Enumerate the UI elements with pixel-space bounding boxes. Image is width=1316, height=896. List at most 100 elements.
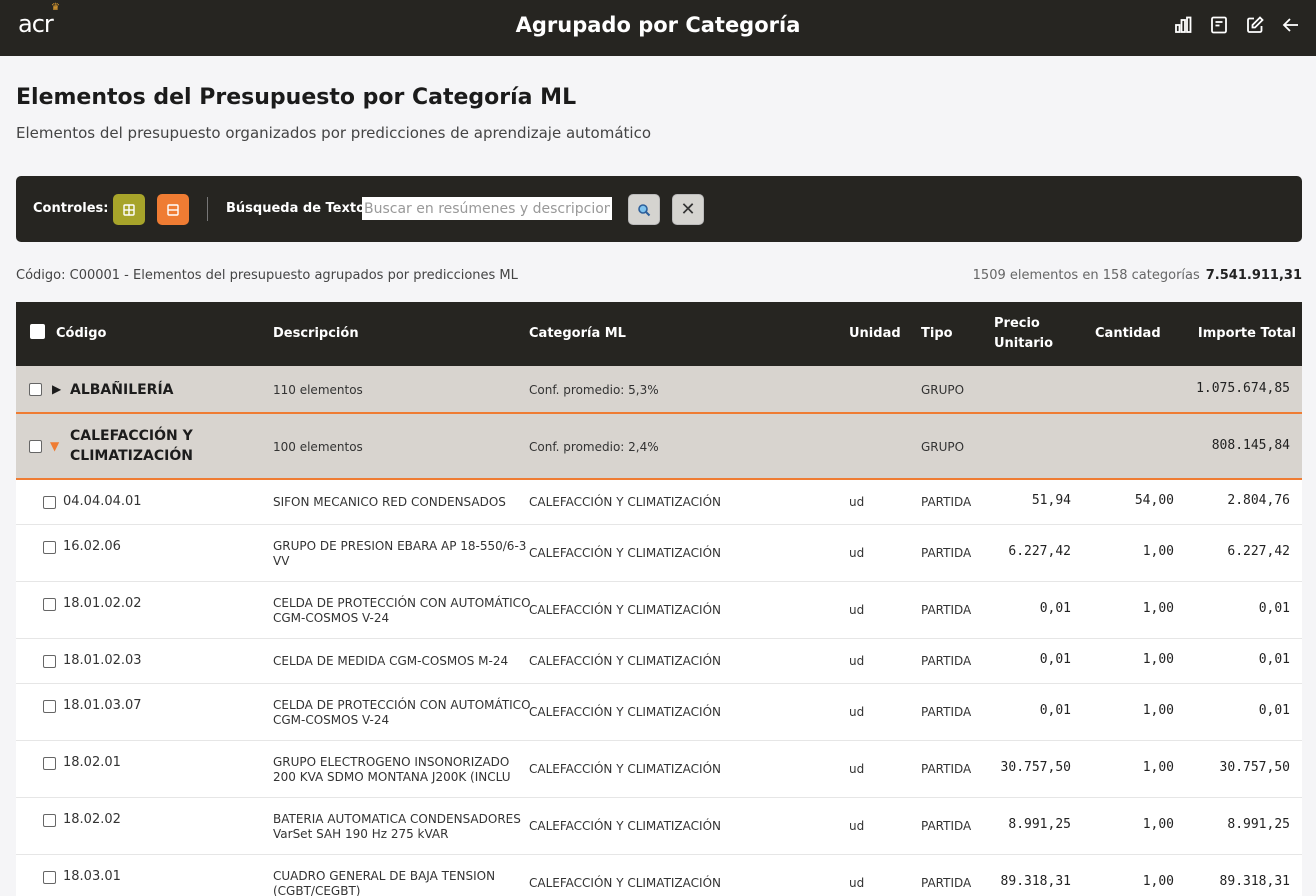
row-cantidad: 1,00	[1142, 652, 1174, 667]
row-unidad: ud	[849, 603, 865, 617]
collapse-caret-icon[interactable]: ▼	[50, 439, 59, 453]
row-desc-line1: SIFON MECANICO RED CONDENSADOS	[273, 495, 506, 509]
group-type: GRUPO	[921, 440, 965, 454]
col-unidad[interactable]: Unidad	[849, 324, 901, 344]
back-arrow-icon[interactable]	[1280, 14, 1302, 36]
row-desc-line2: (CGBT/CEGBT)	[273, 884, 361, 896]
row-unidad: ud	[849, 546, 865, 560]
row-unidad: ud	[849, 762, 865, 776]
group-name: CALEFACCIÓN Y CLIMATIZACIÓN	[70, 426, 193, 466]
top-bar: acr ♛ Agrupado por Categoría	[0, 0, 1316, 56]
row-codigo: 16.02.06	[63, 539, 121, 554]
row-precio: 30.757,50	[1000, 760, 1071, 775]
row-cantidad: 1,00	[1142, 874, 1174, 889]
col-categoria[interactable]: Categoría ML	[529, 324, 626, 344]
col-importe[interactable]: Importe Total	[1198, 324, 1296, 344]
row-precio: 8.991,25	[1008, 817, 1071, 832]
row-categoria: CALEFACCIÓN Y CLIMATIZACIÓN	[529, 762, 721, 776]
row-checkbox[interactable]	[43, 655, 56, 668]
col-precio-line1: Precio	[994, 316, 1040, 331]
col-precio[interactable]: Precio Unitario	[994, 314, 1053, 354]
row-codigo: 18.01.02.03	[63, 653, 142, 668]
row-desc-line2: VV	[273, 554, 290, 568]
row-desc-line2: CGM-COSMOS V-24	[273, 713, 390, 727]
row-precio: 0,01	[1039, 652, 1071, 667]
controls-divider	[207, 197, 208, 221]
table-row[interactable]: 18.01.03.07 CELDA DE PROTECCIÓN CON AUTO…	[16, 684, 1302, 741]
row-unidad: ud	[849, 819, 865, 833]
row-desc-line1: GRUPO DE PRESION EBARA AP 18-550/6-3	[273, 539, 527, 553]
group-row-calefaccion[interactable]: ▼ CALEFACCIÓN Y CLIMATIZACIÓN 100 element…	[16, 414, 1302, 480]
collapse-all-button[interactable]	[157, 194, 189, 225]
row-descripcion: GRUPO ELECTROGENO INSONORIZADO 200 KVA SD…	[273, 755, 510, 785]
row-desc-line2: VarSet SAH 190 Hz 275 kVAR	[273, 827, 449, 841]
row-checkbox[interactable]	[43, 871, 56, 884]
group-name-line2: CLIMATIZACIÓN	[70, 448, 193, 464]
table-row[interactable]: 16.02.06 GRUPO DE PRESION EBARA AP 18-55…	[16, 525, 1302, 582]
table-row[interactable]: 04.04.04.01 SIFON MECANICO RED CONDENSAD…	[16, 480, 1302, 525]
col-cantidad[interactable]: Cantidad	[1095, 324, 1161, 344]
row-tipo: PARTIDA	[921, 876, 972, 890]
row-unidad: ud	[849, 495, 865, 509]
select-all-checkbox[interactable]	[30, 324, 45, 339]
row-precio: 51,94	[1031, 493, 1071, 508]
row-cantidad: 1,00	[1142, 601, 1174, 616]
row-checkbox[interactable]	[43, 541, 56, 554]
group-type: GRUPO	[921, 383, 965, 397]
group-total: 1.075.674,85	[1196, 381, 1290, 396]
row-checkbox[interactable]	[43, 757, 56, 770]
group-checkbox[interactable]	[29, 383, 42, 396]
controls-bar: Controles: Búsqueda de Texto: ✕	[16, 176, 1302, 242]
expand-all-button[interactable]	[113, 194, 145, 225]
search-input[interactable]	[362, 197, 612, 220]
row-tipo: PARTIDA	[921, 603, 972, 617]
group-confidence: Conf. promedio: 2,4%	[529, 440, 659, 454]
search-button[interactable]	[628, 194, 660, 225]
row-descripcion: CELDA DE PROTECCIÓN CON AUTOMÁTICO CGM-CO…	[273, 596, 531, 626]
expand-caret-icon[interactable]: ▶	[52, 382, 61, 396]
col-codigo[interactable]: Código	[56, 324, 106, 344]
table-row[interactable]: 18.02.02 BATERIA AUTOMATICA CONDENSADORE…	[16, 798, 1302, 855]
group-row-albanileria[interactable]: ▶ ALBAÑILERÍA 110 elementos Conf. promed…	[16, 366, 1302, 414]
clear-search-button[interactable]: ✕	[672, 194, 704, 225]
crown-icon: ♛	[51, 2, 60, 13]
row-checkbox[interactable]	[43, 814, 56, 827]
row-categoria: CALEFACCIÓN Y CLIMATIZACIÓN	[529, 495, 721, 509]
table-row[interactable]: 18.01.02.03 CELDA DE MEDIDA CGM-COSMOS M…	[16, 639, 1302, 684]
row-tipo: PARTIDA	[921, 819, 972, 833]
info-count: 1509 elementos en 158 categorías	[972, 268, 1200, 283]
row-importe: 0,01	[1258, 703, 1290, 718]
row-codigo: 18.02.02	[63, 812, 121, 827]
row-categoria: CALEFACCIÓN Y CLIMATIZACIÓN	[529, 819, 721, 833]
table-row[interactable]: 18.01.02.02 CELDA DE PROTECCIÓN CON AUTO…	[16, 582, 1302, 639]
row-desc-line2: 200 KVA SDMO MONTANA J200K (INCLU	[273, 770, 511, 784]
row-checkbox[interactable]	[43, 598, 56, 611]
col-tipo[interactable]: Tipo	[921, 324, 953, 344]
edit-icon[interactable]	[1244, 14, 1266, 36]
row-desc-line1: CELDA DE PROTECCIÓN CON AUTOMÁTICO	[273, 698, 531, 712]
group-confidence: Conf. promedio: 5,3%	[529, 383, 659, 397]
row-unidad: ud	[849, 876, 865, 890]
row-checkbox[interactable]	[43, 700, 56, 713]
row-categoria: CALEFACCIÓN Y CLIMATIZACIÓN	[529, 705, 721, 719]
col-descripcion[interactable]: Descripción	[273, 324, 359, 344]
row-descripcion: CELDA DE PROTECCIÓN CON AUTOMÁTICO CGM-CO…	[273, 698, 531, 728]
info-code-line: Código: C00001 - Elementos del presupues…	[16, 268, 518, 283]
info-summary: 1509 elementos en 158 categorías 7.541.91…	[973, 268, 1302, 283]
row-precio: 0,01	[1039, 601, 1071, 616]
row-codigo: 18.01.02.02	[63, 596, 142, 611]
report-icon[interactable]	[1208, 14, 1230, 36]
budget-table: Código Descripción Categoría ML Unidad T…	[16, 302, 1302, 896]
table-row[interactable]: 18.03.01 CUADRO GENERAL DE BAJA TENSION(…	[16, 855, 1302, 896]
close-icon: ✕	[680, 199, 696, 220]
chart-icon[interactable]	[1172, 14, 1194, 36]
row-desc-line1: BATERIA AUTOMATICA CONDENSADORES	[273, 812, 521, 826]
table-header: Código Descripción Categoría ML Unidad T…	[16, 302, 1302, 366]
row-desc-line1: GRUPO ELECTROGENO INSONORIZADO	[273, 755, 510, 769]
group-checkbox[interactable]	[29, 440, 42, 453]
row-precio: 0,01	[1039, 703, 1071, 718]
row-cantidad: 1,00	[1142, 544, 1174, 559]
row-descripcion: BATERIA AUTOMATICA CONDENSADORES VarSet S…	[273, 812, 521, 842]
row-checkbox[interactable]	[43, 496, 56, 509]
table-row[interactable]: 18.02.01 GRUPO ELECTROGENO INSONORIZADO 2…	[16, 741, 1302, 798]
